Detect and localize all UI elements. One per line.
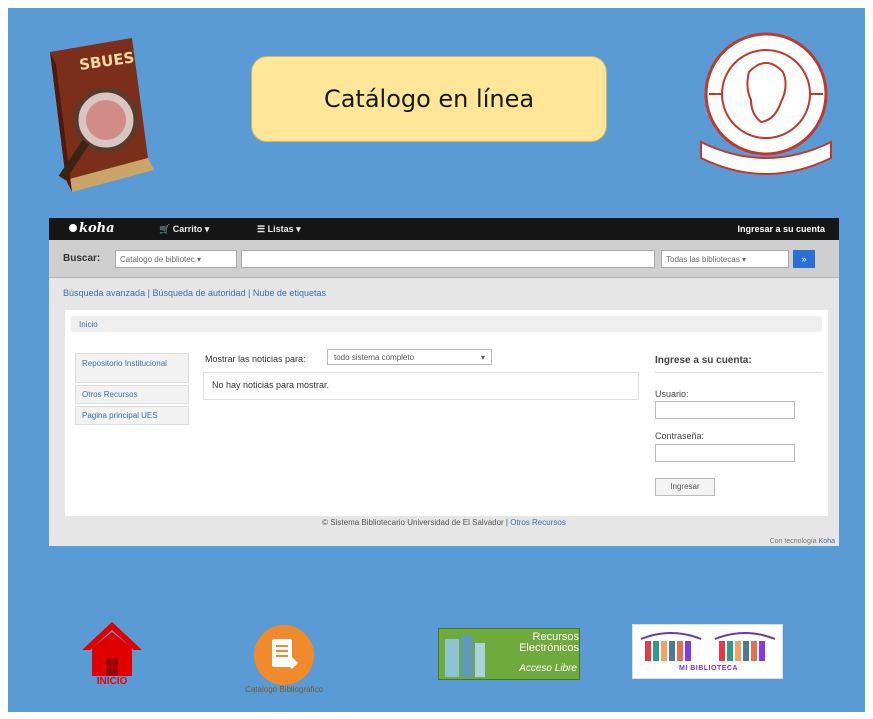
news-empty-text: No hay noticias para mostrar. — [212, 380, 330, 390]
footer-text: © Sistema Bibliotecario Universidad de E… — [322, 518, 509, 527]
chevron-down-icon: ▾ — [480, 353, 485, 362]
tag-cloud-link[interactable]: Nube de etiquetas — [253, 288, 326, 298]
advanced-search-link[interactable]: Búsqueda avanzada — [63, 288, 145, 298]
mi-biblioteca-banner[interactable]: MI BIBLIOTECA — [632, 624, 783, 679]
acceso-libre-text: Acceso Libre — [519, 663, 577, 674]
koha-opac-window: koha 🛒 Carrito ▾ ☰ Listas ▾ Ingresar a s… — [49, 218, 839, 546]
login-divider — [655, 372, 823, 373]
page-background: SBUES Catálogo en línea koha 🛒 Carrito ▾… — [8, 8, 865, 712]
koha-logo[interactable]: koha — [69, 221, 115, 236]
search-links: Búsqueda avanzada | Búsqueda de autorida… — [63, 288, 326, 298]
authority-search-link[interactable]: Búsqueda de autoridad — [152, 288, 245, 298]
lists-menu[interactable]: ☰ Listas ▾ — [257, 224, 301, 235]
home-label: INICIO — [96, 676, 128, 687]
news-box: No hay noticias para mostrar. — [203, 372, 639, 400]
library-shelf-icon — [445, 635, 485, 677]
footer: © Sistema Bibliotecario Universidad de E… — [49, 518, 839, 527]
login-link[interactable]: Ingresar a su cuenta — [737, 224, 825, 234]
username-label: Usuario: — [655, 389, 689, 399]
breadcrumb-home[interactable]: Inicio — [79, 320, 98, 329]
search-bar: Buscar: Catalogo de bibliotec ▾ Todas la… — [49, 240, 839, 278]
login-title: Ingrese a su cuenta: — [655, 355, 752, 366]
password-label: Contraseña: — [655, 431, 705, 441]
password-field[interactable] — [655, 444, 795, 462]
catalog-label: Catálogo Bibliográfico — [245, 685, 323, 694]
koha-logo-icon — [69, 224, 77, 232]
koha-navbar: koha 🛒 Carrito ▾ ☰ Listas ▾ Ingresar a s… — [49, 218, 839, 240]
username-field[interactable] — [655, 401, 795, 419]
search-input[interactable] — [241, 250, 655, 268]
sidebar-item-repositorio[interactable]: Repositorio Institucional — [75, 353, 189, 383]
main-content: Inicio Repositorio Institucional Otros R… — [65, 310, 828, 516]
news-branch-select[interactable]: todo sistema completo ▾ — [327, 349, 492, 365]
koha-link[interactable]: Koha — [819, 538, 835, 545]
title-banner: Catálogo en línea — [251, 56, 607, 142]
news-label: Mostrar las noticias para: — [205, 354, 306, 364]
sidebar-item-otros-recursos[interactable]: Otros Recursos — [75, 385, 189, 404]
powered-by: Con tecnología Koha — [769, 538, 835, 545]
mi-biblioteca-label: MI BIBLIOTECA — [679, 665, 738, 672]
search-scope-select[interactable]: Catalogo de bibliotec ▾ — [115, 250, 237, 268]
ues-seal — [691, 24, 841, 194]
catalog-icon — [254, 625, 314, 685]
search-label: Buscar: — [63, 253, 101, 264]
sbues-logo[interactable]: SBUES — [36, 30, 166, 198]
breadcrumb: Inicio — [71, 316, 822, 332]
search-button[interactable]: » — [793, 250, 815, 268]
library-select[interactable]: Todas las bibliotecas ▾ — [661, 250, 789, 268]
home-button[interactable]: INICIO — [80, 620, 144, 690]
page-title: Catálogo en línea — [323, 85, 535, 113]
recursos-title: Recursos Electrónicos — [519, 631, 579, 654]
bookshelf-icon — [640, 632, 776, 661]
home-icon — [82, 622, 142, 676]
sidebar-nav: Repositorio Institucional Otros Recursos… — [75, 353, 189, 427]
login-button[interactable]: Ingresar — [655, 478, 715, 496]
catalog-button[interactable]: Catálogo Bibliográfico — [238, 625, 328, 705]
sidebar-item-pagina-principal[interactable]: Pagina principal UES — [75, 406, 189, 425]
cart-menu[interactable]: 🛒 Carrito ▾ — [159, 224, 209, 235]
footer-otros-recursos-link[interactable]: Otros Recursos — [510, 518, 566, 527]
recursos-electronicos-banner[interactable]: Recursos Electrónicos Acceso Libre — [438, 628, 580, 680]
